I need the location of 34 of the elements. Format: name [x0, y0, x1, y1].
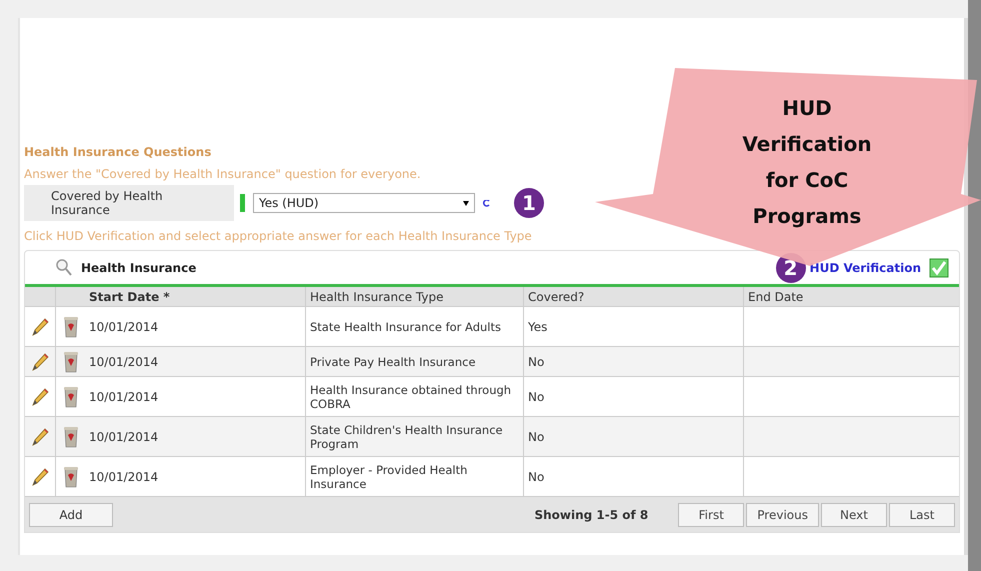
- pager-button[interactable]: Previous: [746, 502, 819, 526]
- table-cell-text: 10/01/2014: [88, 354, 160, 370]
- pencil-icon[interactable]: [31, 386, 49, 406]
- step-badge: 1: [514, 188, 544, 218]
- table-cell-text: 10/01/2014: [88, 318, 160, 336]
- hud-verification-link[interactable]: HUD Verification: [810, 258, 921, 276]
- pencil-icon[interactable]: [31, 316, 49, 336]
- section-heading: Health Insurance Questions: [24, 144, 212, 160]
- callout-text: HUD Verification for CoC Programs: [741, 95, 873, 230]
- search-icon[interactable]: [55, 258, 73, 278]
- trash-icon[interactable]: [64, 316, 78, 338]
- caret-icon: [463, 200, 469, 206]
- pencil-icon[interactable]: [31, 352, 49, 372]
- table-cell-text: 10/01/2014: [88, 388, 160, 406]
- refresh-icon[interactable]: [483, 200, 490, 206]
- trash-icon[interactable]: [64, 426, 78, 448]
- trash-icon[interactable]: [64, 466, 78, 488]
- question-label: Covered by Health Insurance: [24, 185, 234, 221]
- column-header: Start Date *: [88, 288, 171, 306]
- pager-button[interactable]: First: [678, 502, 744, 526]
- instruction-text: Answer the "Covered by Health Insurance" question for everyone.: [24, 166, 421, 182]
- table-cell-text: 10/01/2014: [88, 428, 160, 446]
- instruction-text: Click HUD Verification and select appropriate answer for each Health Insurance Type: [24, 228, 532, 244]
- pencil-icon[interactable]: [31, 426, 49, 446]
- trash-icon[interactable]: [64, 350, 78, 372]
- trash-icon[interactable]: [64, 386, 78, 408]
- table-cell-text: 10/01/2014: [88, 468, 160, 486]
- paging-text: Showing 1-5 of 8: [534, 506, 648, 524]
- pager-button[interactable]: Next: [821, 502, 887, 526]
- pager-button[interactable]: Last: [889, 502, 955, 526]
- pencil-icon[interactable]: [31, 466, 49, 486]
- table-title: Health Insurance: [81, 260, 198, 276]
- add-button[interactable]: Add: [29, 502, 113, 526]
- insurance-select[interactable]: Yes (HUD): [253, 193, 475, 213]
